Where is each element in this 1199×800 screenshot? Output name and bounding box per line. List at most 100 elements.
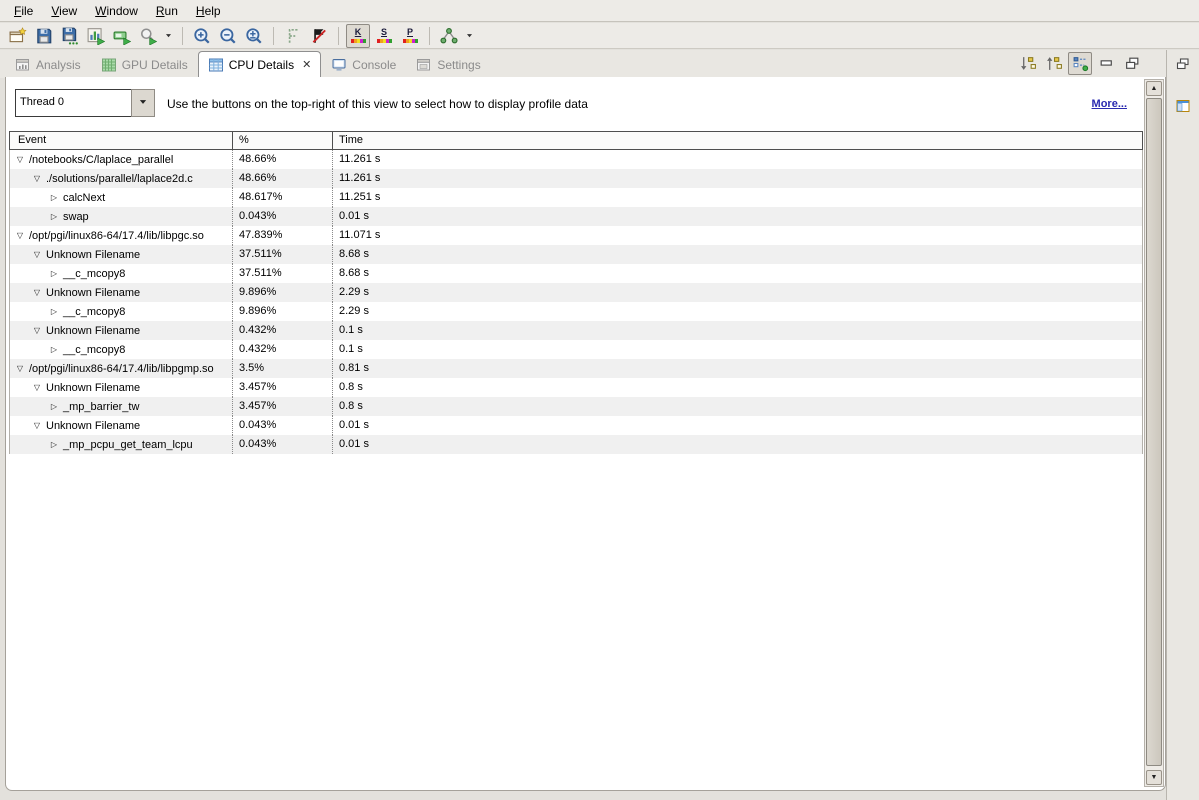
minimize-view-button[interactable] bbox=[1094, 52, 1118, 75]
import-profile-button[interactable] bbox=[110, 24, 134, 48]
column-header-event[interactable]: Event bbox=[10, 132, 232, 149]
event-cell: ▽Unknown Filename bbox=[10, 245, 232, 264]
scroll-down-button[interactable]: ▼ bbox=[1146, 770, 1162, 785]
flat-view-button[interactable] bbox=[1068, 52, 1092, 75]
event-cell: ▽/opt/pgi/linux86-64/17.4/lib/libpgmp.so bbox=[10, 359, 232, 378]
time-value: 0.01 s bbox=[332, 435, 1142, 454]
column-header-time[interactable]: Time bbox=[332, 132, 1142, 149]
table-row[interactable]: ▷_mp_pcpu_get_team_lcpu0.043%0.01 s bbox=[10, 435, 1142, 454]
expand-arrow-icon[interactable]: ▷ bbox=[47, 269, 61, 278]
minimize-icon bbox=[1098, 55, 1115, 72]
table-row[interactable]: ▷swap0.043%0.01 s bbox=[10, 207, 1142, 226]
scroll-up-button[interactable]: ▲ bbox=[1146, 81, 1162, 96]
dropdown-caret-icon bbox=[164, 31, 173, 40]
expand-arrow-icon[interactable]: ▷ bbox=[47, 193, 61, 202]
zoom-out-button[interactable] bbox=[216, 24, 240, 48]
event-cell: ▷__c_mcopy8 bbox=[10, 340, 232, 359]
collapse-arrow-icon[interactable]: ▽ bbox=[30, 421, 44, 430]
collapse-arrow-icon[interactable]: ▽ bbox=[30, 326, 44, 335]
save-button[interactable] bbox=[32, 24, 56, 48]
save-as-button[interactable] bbox=[58, 24, 82, 48]
vertical-scrollbar[interactable]: ▲ ▼ bbox=[1144, 79, 1164, 787]
expand-arrow-icon[interactable]: ▷ bbox=[47, 212, 61, 221]
collapse-arrow-icon[interactable]: ▽ bbox=[13, 155, 27, 164]
process-view-button[interactable]: P bbox=[398, 24, 422, 48]
restore-view-button[interactable] bbox=[1172, 54, 1194, 74]
scrollbar-thumb[interactable] bbox=[1146, 98, 1162, 766]
reset-marks-button[interactable] bbox=[307, 24, 331, 48]
collapse-arrow-icon[interactable]: ▽ bbox=[30, 250, 44, 259]
table-row[interactable]: ▽/opt/pgi/linux86-64/17.4/lib/libpgmp.so… bbox=[10, 359, 1142, 378]
table-row[interactable]: ▷__c_mcopy89.896%2.29 s bbox=[10, 302, 1142, 321]
percent-value: 0.043% bbox=[232, 435, 332, 454]
table-row[interactable]: ▷calcNext48.617%11.251 s bbox=[10, 188, 1142, 207]
table-body: ▽/notebooks/C/laplace_parallel48.66%11.2… bbox=[9, 150, 1143, 454]
toolbar-separator bbox=[338, 27, 339, 45]
expand-arrow-icon[interactable]: ▷ bbox=[47, 402, 61, 411]
collapse-arrow-icon[interactable]: ▽ bbox=[30, 174, 44, 183]
table-row[interactable]: ▽./solutions/parallel/laplace2d.c48.66%1… bbox=[10, 169, 1142, 188]
thread-selector-value[interactable]: Thread 0 bbox=[15, 89, 131, 117]
column-header-percent[interactable]: % bbox=[232, 132, 332, 149]
thread-selector-dropdown-button[interactable] bbox=[131, 89, 155, 117]
menu-help[interactable]: Help bbox=[187, 2, 230, 20]
expand-arrow-icon[interactable]: ▷ bbox=[47, 345, 61, 354]
fast-view-bar bbox=[1166, 50, 1199, 800]
call-tree-dropdown-button[interactable] bbox=[463, 24, 476, 48]
zoom-fit-button[interactable] bbox=[242, 24, 266, 48]
collapse-arrow-icon[interactable]: ▽ bbox=[13, 231, 27, 240]
top-down-view-button[interactable] bbox=[1016, 52, 1040, 75]
table-row[interactable]: ▽Unknown Filename37.511%8.68 s bbox=[10, 245, 1142, 264]
tab-settings[interactable]: Settings bbox=[406, 51, 490, 78]
tab-analysis[interactable]: Analysis bbox=[5, 51, 91, 78]
time-value: 2.29 s bbox=[332, 302, 1142, 321]
stream-view-button[interactable]: S bbox=[372, 24, 396, 48]
time-value: 0.8 s bbox=[332, 397, 1142, 416]
mark-source-button[interactable] bbox=[281, 24, 305, 48]
percent-value: 3.457% bbox=[232, 378, 332, 397]
menu-window[interactable]: Window bbox=[86, 2, 147, 20]
tab-gpu-details[interactable]: GPU Details bbox=[91, 51, 198, 78]
menu-run[interactable]: Run bbox=[147, 2, 187, 20]
collapse-arrow-icon[interactable]: ▽ bbox=[13, 364, 27, 373]
new-session-button[interactable] bbox=[6, 24, 30, 48]
collapse-arrow-icon[interactable]: ▽ bbox=[30, 288, 44, 297]
search-profile-button[interactable] bbox=[136, 24, 160, 48]
tab-bar: Analysis GPU Details CPU Details ✕ Console Se… bbox=[0, 50, 1166, 78]
event-cell: ▽/opt/pgi/linux86-64/17.4/lib/libpgc.so bbox=[10, 226, 232, 245]
table-row[interactable]: ▽/notebooks/C/laplace_parallel48.66%11.2… bbox=[10, 150, 1142, 169]
more-link[interactable]: More... bbox=[1092, 98, 1127, 110]
tab-console[interactable]: Console bbox=[321, 51, 406, 78]
event-cell: ▽Unknown Filename bbox=[10, 416, 232, 435]
table-row[interactable]: ▽Unknown Filename0.043%0.01 s bbox=[10, 416, 1142, 435]
bottom-up-view-button[interactable] bbox=[1042, 52, 1066, 75]
expand-arrow-icon[interactable]: ▷ bbox=[47, 440, 61, 449]
table-row[interactable]: ▷__c_mcopy837.511%8.68 s bbox=[10, 264, 1142, 283]
zoom-in-button[interactable] bbox=[190, 24, 214, 48]
tab-close-icon[interactable]: ✕ bbox=[302, 60, 311, 71]
table-row[interactable]: ▽Unknown Filename3.457%0.8 s bbox=[10, 378, 1142, 397]
menu-view[interactable]: View bbox=[42, 2, 86, 20]
profile-application-button[interactable] bbox=[84, 24, 108, 48]
percent-value: 3.457% bbox=[232, 397, 332, 416]
tab-label: CPU Details bbox=[229, 58, 294, 72]
event-label: ./solutions/parallel/laplace2d.c bbox=[46, 173, 193, 185]
thread-selector[interactable]: Thread 0 bbox=[15, 89, 155, 117]
table-row[interactable]: ▽/opt/pgi/linux86-64/17.4/lib/libpgc.so4… bbox=[10, 226, 1142, 245]
table-row[interactable]: ▷__c_mcopy80.432%0.1 s bbox=[10, 340, 1142, 359]
table-row[interactable]: ▷_mp_barrier_tw3.457%0.8 s bbox=[10, 397, 1142, 416]
collapse-arrow-icon[interactable]: ▽ bbox=[30, 383, 44, 392]
table-row[interactable]: ▽Unknown Filename9.896%2.29 s bbox=[10, 283, 1142, 302]
tab-cpu-details[interactable]: CPU Details ✕ bbox=[198, 51, 322, 78]
profile-dropdown-button[interactable] bbox=[162, 24, 175, 48]
maximize-view-button[interactable] bbox=[1120, 52, 1144, 75]
tab-label: Analysis bbox=[36, 58, 81, 72]
call-tree-button[interactable] bbox=[437, 24, 461, 48]
tab-label: Settings bbox=[437, 58, 480, 72]
expand-arrow-icon[interactable]: ▷ bbox=[47, 307, 61, 316]
table-row[interactable]: ▽Unknown Filename0.432%0.1 s bbox=[10, 321, 1142, 340]
kernel-view-button[interactable]: K bbox=[346, 24, 370, 48]
settings-icon bbox=[416, 57, 432, 73]
menu-file[interactable]: File bbox=[5, 2, 42, 20]
open-perspective-button[interactable] bbox=[1172, 96, 1194, 116]
